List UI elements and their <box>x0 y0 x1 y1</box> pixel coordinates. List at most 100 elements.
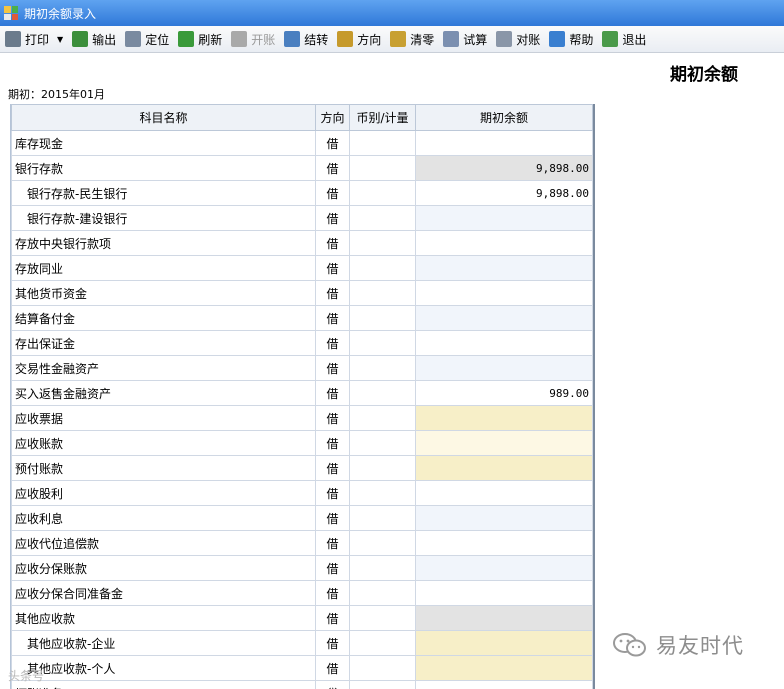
column-header-currency[interactable]: 币别/计量 <box>349 104 416 131</box>
opening-balance-cell[interactable] <box>415 305 593 331</box>
table-row[interactable]: 存放同业借 <box>11 255 593 281</box>
toolbar-button-7[interactable]: 清零 <box>387 28 437 50</box>
opening-balance-cell[interactable] <box>415 555 593 581</box>
currency-cell[interactable] <box>349 680 416 689</box>
opening-balance-cell[interactable] <box>415 605 593 631</box>
table-row[interactable]: 银行存款借 9,898.00 <box>11 155 593 181</box>
currency-cell[interactable] <box>349 205 416 231</box>
chevron-down-icon[interactable]: ▼ <box>57 35 63 44</box>
table-row[interactable]: 存放中央银行款项借 <box>11 230 593 256</box>
table-row[interactable]: 应收股利借 <box>11 480 593 506</box>
table-row[interactable]: 应收分保合同准备金借 <box>11 580 593 606</box>
table-row[interactable]: 买入返售金融资产借 989.00 <box>11 380 593 406</box>
toolbar-button-2[interactable]: 定位 <box>122 28 172 50</box>
direction-cell[interactable]: 借 <box>315 230 350 256</box>
opening-balance-cell[interactable]: 989.00 <box>415 380 593 406</box>
currency-cell[interactable] <box>349 130 416 156</box>
opening-balance-cell[interactable] <box>415 480 593 506</box>
opening-balance-cell[interactable] <box>415 330 593 356</box>
toolbar-button-4[interactable]: 开账 <box>228 28 278 50</box>
table-row[interactable]: 预付账款借 <box>11 455 593 481</box>
table-row[interactable]: 银行存款-建设银行借 <box>11 205 593 231</box>
opening-balance-cell[interactable] <box>415 680 593 689</box>
table-row[interactable]: 库存现金借 <box>11 130 593 156</box>
toolbar-button-8[interactable]: 试算 <box>440 28 490 50</box>
opening-balance-cell[interactable] <box>415 455 593 481</box>
opening-balance-cell[interactable] <box>415 630 593 656</box>
currency-cell[interactable] <box>349 580 416 606</box>
direction-cell[interactable]: 借 <box>315 355 350 381</box>
table-row[interactable]: 其他应收款借 <box>11 605 593 631</box>
toolbar-button-3[interactable]: 刷新 <box>175 28 225 50</box>
currency-cell[interactable] <box>349 530 416 556</box>
opening-balance-cell[interactable] <box>415 530 593 556</box>
direction-cell[interactable]: 借 <box>315 305 350 331</box>
opening-balance-cell[interactable]: 9,898.00 <box>415 155 593 181</box>
opening-balance-cell[interactable]: 9,898.00 <box>415 180 593 206</box>
direction-cell[interactable]: 借 <box>315 280 350 306</box>
opening-balance-cell[interactable] <box>415 280 593 306</box>
column-header-opening-balance[interactable]: 期初余额 <box>415 104 593 131</box>
opening-balance-cell[interactable] <box>415 580 593 606</box>
currency-cell[interactable] <box>349 455 416 481</box>
opening-balance-cell[interactable] <box>415 405 593 431</box>
opening-balance-cell[interactable] <box>415 655 593 681</box>
toolbar-button-10[interactable]: 帮助 <box>546 28 596 50</box>
table-row[interactable]: 应收票据借 <box>11 405 593 431</box>
direction-cell[interactable]: 借 <box>315 530 350 556</box>
table-row[interactable]: 应收账款借 <box>11 430 593 456</box>
table-row[interactable]: 应收利息借 <box>11 505 593 531</box>
direction-cell[interactable]: 借 <box>315 655 350 681</box>
currency-cell[interactable] <box>349 405 416 431</box>
currency-cell[interactable] <box>349 480 416 506</box>
column-header-direction[interactable]: 方向 <box>315 104 350 131</box>
table-row[interactable]: 其他应收款-企业借 <box>11 630 593 656</box>
direction-cell[interactable]: 借 <box>315 155 350 181</box>
toolbar-button-6[interactable]: 方向 <box>334 28 384 50</box>
opening-balance-cell[interactable] <box>415 205 593 231</box>
opening-balance-cell[interactable] <box>415 355 593 381</box>
toolbar-button-9[interactable]: 对账 <box>493 28 543 50</box>
opening-balance-cell[interactable] <box>415 130 593 156</box>
direction-cell[interactable]: 借 <box>315 580 350 606</box>
toolbar-button-0[interactable]: 打印 ▼ <box>2 28 66 50</box>
direction-cell[interactable]: 借 <box>315 330 350 356</box>
direction-cell[interactable]: 借 <box>315 205 350 231</box>
direction-cell[interactable]: 借 <box>315 380 350 406</box>
table-row[interactable]: 应收代位追偿款借 <box>11 530 593 556</box>
currency-cell[interactable] <box>349 180 416 206</box>
direction-cell[interactable]: 借 <box>315 405 350 431</box>
table-row[interactable]: 交易性金融资产借 <box>11 355 593 381</box>
direction-cell[interactable]: 贷 <box>315 680 350 689</box>
direction-cell[interactable]: 借 <box>315 130 350 156</box>
direction-cell[interactable]: 借 <box>315 455 350 481</box>
currency-cell[interactable] <box>349 355 416 381</box>
currency-cell[interactable] <box>349 605 416 631</box>
currency-cell[interactable] <box>349 230 416 256</box>
table-row[interactable]: 应收分保账款借 <box>11 555 593 581</box>
table-row[interactable]: 其他应收款-个人借 <box>11 655 593 681</box>
toolbar-button-1[interactable]: 输出 <box>69 28 119 50</box>
table-row[interactable]: 坏账准备贷 <box>11 680 593 689</box>
currency-cell[interactable] <box>349 305 416 331</box>
opening-balance-cell[interactable] <box>415 230 593 256</box>
direction-cell[interactable]: 借 <box>315 555 350 581</box>
currency-cell[interactable] <box>349 155 416 181</box>
currency-cell[interactable] <box>349 280 416 306</box>
opening-balance-cell[interactable] <box>415 505 593 531</box>
direction-cell[interactable]: 借 <box>315 630 350 656</box>
table-row[interactable]: 银行存款-民生银行借 9,898.00 <box>11 180 593 206</box>
currency-cell[interactable] <box>349 330 416 356</box>
direction-cell[interactable]: 借 <box>315 430 350 456</box>
direction-cell[interactable]: 借 <box>315 505 350 531</box>
currency-cell[interactable] <box>349 380 416 406</box>
table-row[interactable]: 存出保证金借 <box>11 330 593 356</box>
toolbar-button-5[interactable]: 结转 <box>281 28 331 50</box>
column-header-account-name[interactable]: 科目名称 <box>11 104 316 131</box>
opening-balance-cell[interactable] <box>415 430 593 456</box>
direction-cell[interactable]: 借 <box>315 180 350 206</box>
currency-cell[interactable] <box>349 630 416 656</box>
direction-cell[interactable]: 借 <box>315 605 350 631</box>
opening-balance-cell[interactable] <box>415 255 593 281</box>
currency-cell[interactable] <box>349 255 416 281</box>
